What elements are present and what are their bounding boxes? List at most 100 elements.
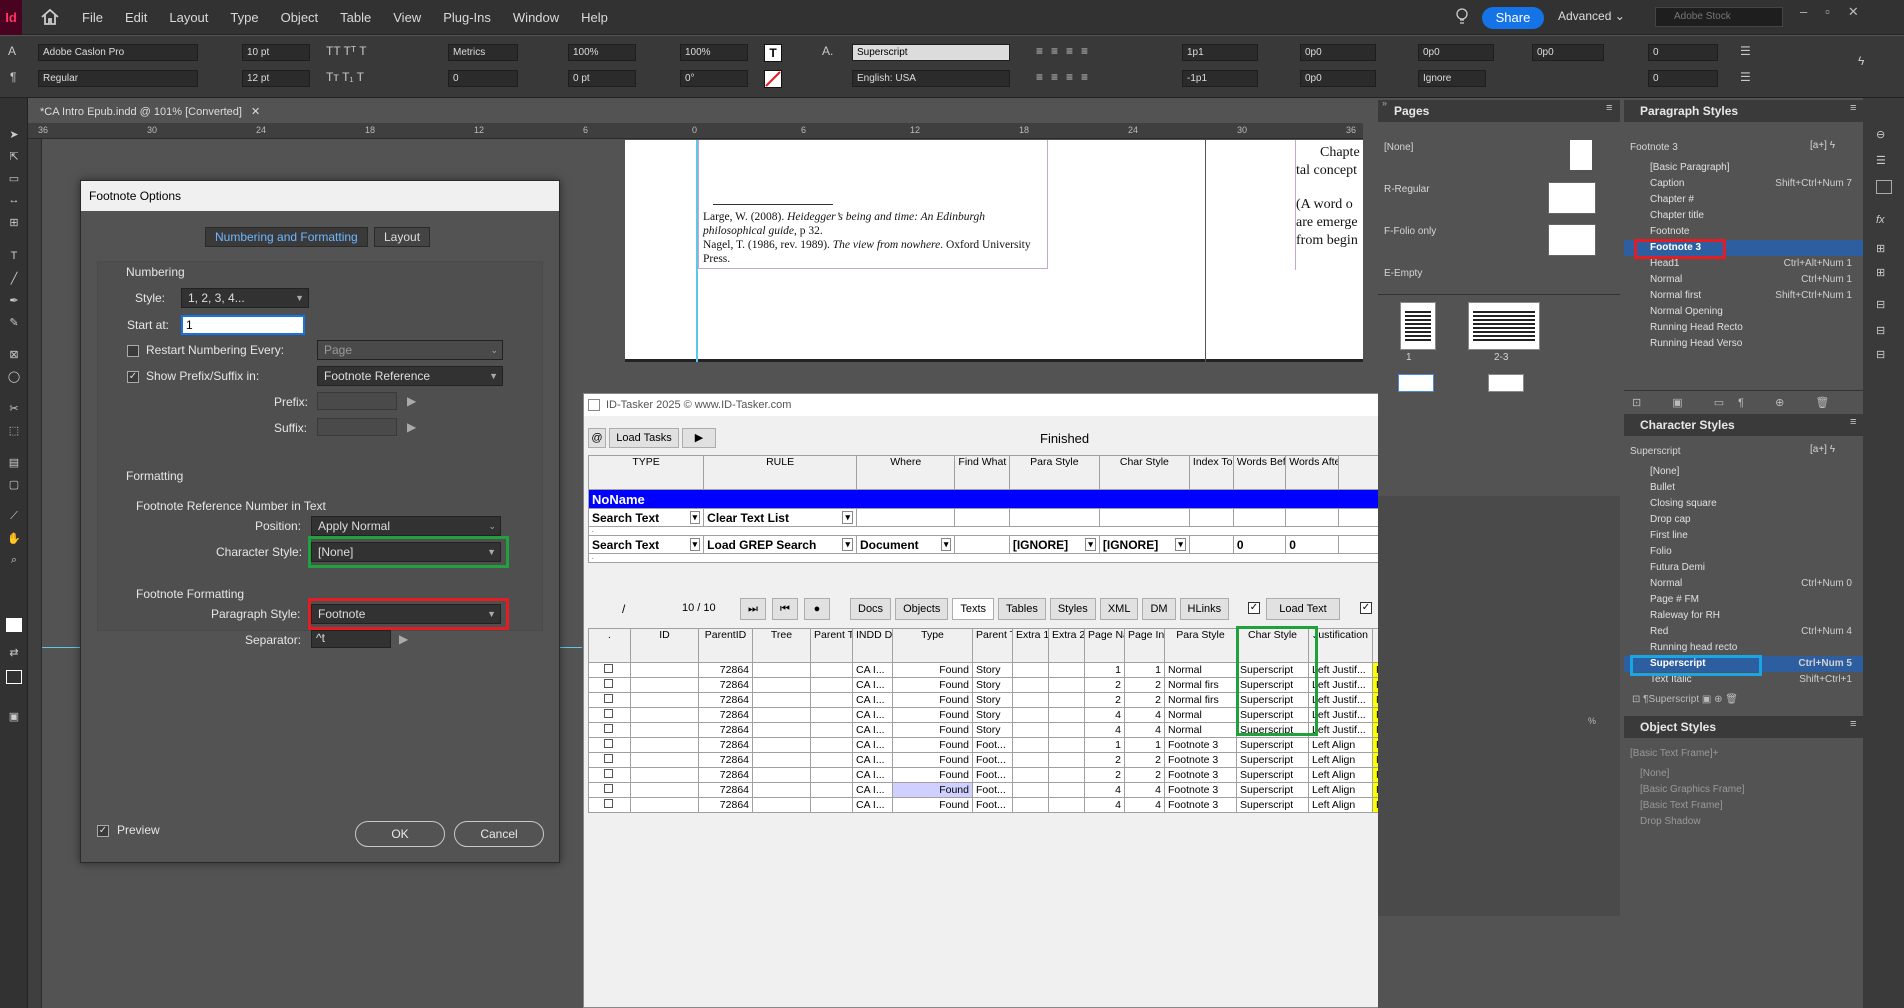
result-cell[interactable] [1048, 797, 1085, 813]
result-cell[interactable]: 72864 [698, 677, 753, 693]
pages-panel-menu-icon[interactable]: ≡ [1606, 102, 1612, 114]
body-text-right[interactable]: Chapte tal concept (A word o are emerge … [1296, 144, 1360, 250]
task-type[interactable]: Search Text ▾ [587, 508, 705, 527]
result-cell[interactable]: Found [892, 707, 973, 723]
first-line-indent-field[interactable]: -1p1 [1182, 70, 1258, 87]
bullets-icon[interactable]: ☰ [1740, 44, 1751, 58]
result-header[interactable]: Justification [1308, 628, 1373, 663]
result-cell[interactable] [810, 782, 853, 798]
menu-window[interactable]: Window [513, 10, 559, 25]
result-cell[interactable] [810, 797, 853, 813]
row-checkbox[interactable] [604, 754, 613, 763]
result-cell[interactable] [1012, 662, 1049, 678]
result-cell[interactable]: Superscript [1236, 782, 1309, 798]
result-header[interactable]: Parent Tree [810, 628, 853, 663]
result-cell[interactable] [810, 752, 853, 768]
task-header[interactable]: Index Topic [1188, 455, 1234, 490]
swatches-icon[interactable]: ⊞ [1876, 242, 1892, 256]
task-header[interactable]: Where [855, 455, 956, 490]
pencil-tool-icon[interactable]: ✎ [6, 316, 22, 330]
tracking-field[interactable]: 0 [448, 70, 518, 87]
result-header[interactable]: Tree [752, 628, 811, 663]
paragraph-styles-footer-icons[interactable]: ⊡ ▣ ▭¶ ⊕ 🗑 [1632, 396, 1843, 409]
menu-help[interactable]: Help [581, 10, 608, 25]
dropdown-arrow-icon[interactable]: ▾ [689, 510, 701, 524]
style-item[interactable]: Running Head Recto [1624, 320, 1864, 336]
footnote-text-1[interactable]: Large, W. (2008). Heidegger’s being and … [703, 210, 1033, 266]
task-header[interactable]: Words Before [1232, 455, 1287, 490]
task-rule[interactable]: Load GREP Search ▾ [703, 535, 857, 554]
result-cell[interactable]: Normal firs [1164, 677, 1237, 693]
result-cell[interactable]: Story [972, 692, 1013, 708]
result-cell[interactable] [1012, 692, 1049, 708]
result-cell[interactable] [630, 737, 699, 753]
cell-styles-icon[interactable]: ⊟ [1876, 324, 1892, 338]
result-cell[interactable] [630, 722, 699, 738]
collapse-icon[interactable]: » [1382, 98, 1387, 108]
result-header[interactable]: Page Index [1124, 628, 1165, 663]
task-where[interactable]: Document ▾ [855, 535, 956, 554]
task-header[interactable]: Char Style [1098, 455, 1190, 490]
result-cell[interactable] [1048, 677, 1085, 693]
result-cell[interactable]: Found [892, 797, 973, 813]
dropdown-arrow-icon[interactable]: ▾ [940, 537, 952, 551]
result-header[interactable]: Extra 2 [1048, 628, 1085, 663]
page-thumb-partial-2[interactable] [1488, 374, 1524, 392]
skew-field[interactable]: 0° [680, 70, 748, 87]
page-thumb-partial[interactable] [1398, 374, 1434, 392]
result-cell[interactable]: Found [892, 692, 973, 708]
result-cell[interactable]: 72864 [698, 782, 753, 798]
left-indent-field[interactable]: 1p1 [1182, 44, 1258, 61]
numbering-icon[interactable]: ☰ [1740, 70, 1751, 84]
result-cell[interactable] [630, 782, 699, 798]
result-cell[interactable]: 4 [1084, 722, 1125, 738]
task-type[interactable]: Search Text ▾ [587, 535, 705, 554]
result-cell[interactable]: Story [972, 707, 1013, 723]
task-index-topic[interactable] [1188, 508, 1234, 527]
result-cell[interactable] [752, 782, 811, 798]
style-item[interactable]: [None] [1624, 464, 1864, 480]
result-cell[interactable] [752, 707, 811, 723]
style-item[interactable]: First line [1624, 528, 1864, 544]
row-select-cell[interactable] [588, 737, 631, 753]
start-at-input[interactable]: 1 [181, 315, 305, 335]
result-header[interactable]: ID [630, 628, 699, 663]
result-cell[interactable]: Story [972, 662, 1013, 678]
result-cell[interactable]: 1 [1084, 737, 1125, 753]
result-cell[interactable]: 2 [1124, 677, 1165, 693]
zoom-tool-icon[interactable]: ⌕ [6, 554, 22, 568]
result-cell[interactable]: Superscript [1236, 752, 1309, 768]
result-cell[interactable] [752, 662, 811, 678]
style-item[interactable]: Drop cap [1624, 512, 1864, 528]
row-checkbox[interactable] [604, 784, 613, 793]
result-cell[interactable]: Left Align [1308, 752, 1373, 768]
task-index-topic[interactable] [1188, 535, 1234, 554]
hyphenation-dropdown[interactable]: Ignore [1418, 70, 1486, 87]
language-dropdown[interactable]: English: USA [852, 70, 1010, 87]
result-cell[interactable]: 2 [1084, 692, 1125, 708]
result-cell[interactable] [752, 722, 811, 738]
free-transform-tool-icon[interactable]: ⬚ [6, 424, 22, 438]
menu-file[interactable]: File [82, 10, 103, 25]
style-item[interactable]: Normal Ctrl+Num 1 [1624, 272, 1864, 288]
style-item[interactable]: Closing square [1624, 496, 1864, 512]
result-cell[interactable] [630, 797, 699, 813]
load-tasks-button[interactable]: Load Tasks [609, 428, 679, 448]
style-item[interactable]: Normal Ctrl+Num 0 [1624, 576, 1864, 592]
spread-2-3-thumb[interactable] [1468, 302, 1540, 350]
result-cell[interactable]: 4 [1084, 797, 1125, 813]
row-checkbox[interactable] [604, 679, 613, 688]
result-cell[interactable]: Superscript [1236, 737, 1309, 753]
dropdown-arrow-icon[interactable]: ▾ [689, 537, 701, 551]
object-styles-menu-icon[interactable]: ≡ [1850, 718, 1856, 730]
result-header[interactable]: INDD Doc [852, 628, 893, 663]
task-where[interactable] [855, 508, 956, 527]
position-dropdown[interactable]: Apply Normal ⌄ [311, 516, 501, 536]
ellipse-tool-icon[interactable]: ◯ [6, 370, 22, 384]
last-record-icon[interactable]: ⏭ [740, 598, 766, 620]
character-styles-title[interactable]: Character Styles [1624, 414, 1864, 436]
task-header[interactable]: Find What [954, 455, 1010, 490]
paragraph-mode-icon[interactable]: ¶ [10, 70, 16, 84]
style-item[interactable]: Page # FM [1624, 592, 1864, 608]
all-caps-icon[interactable]: TT Tᵀ T [326, 44, 367, 58]
